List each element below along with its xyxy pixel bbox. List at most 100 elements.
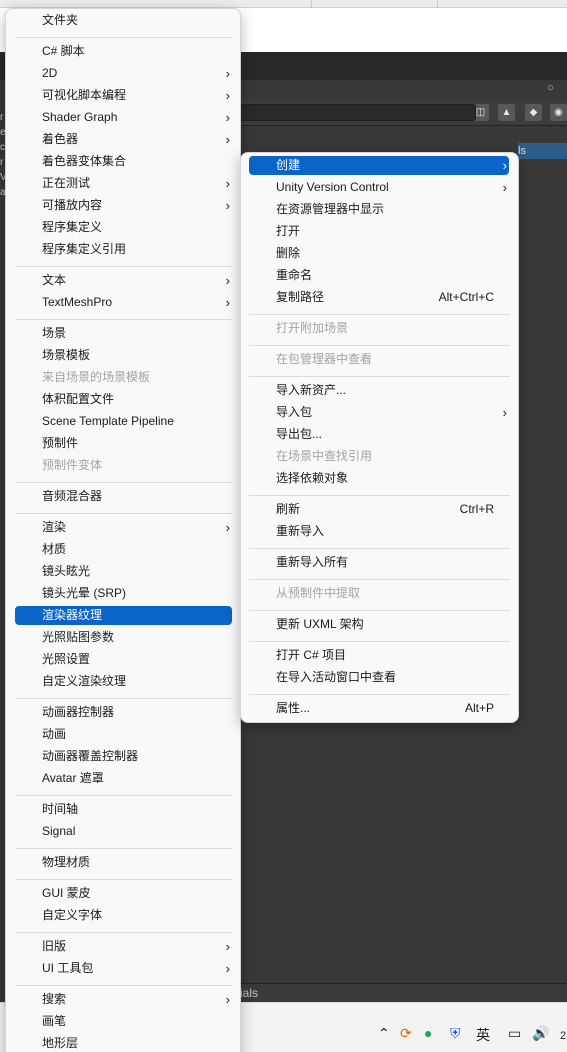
menu-item-打开[interactable]: 打开: [249, 222, 509, 241]
menu-item-复制路径[interactable]: 复制路径 Alt+Ctrl+C: [249, 288, 509, 307]
chevron-right-icon: ›: [502, 180, 507, 195]
menu-item-着色器[interactable]: 着色器 ›: [15, 130, 232, 149]
menu-item-avatar-遮罩[interactable]: Avatar 遮罩: [15, 769, 232, 788]
menu-item-渲染器纹理[interactable]: 渲染器纹理: [15, 606, 232, 625]
menu-item-动画器覆盖控制器[interactable]: 动画器覆盖控制器: [15, 747, 232, 766]
menu-item-label: 镜头眩光: [42, 564, 91, 578]
menu-item-体积配置文件[interactable]: 体积配置文件: [15, 390, 232, 409]
speaker-icon[interactable]: 🔊: [532, 1025, 549, 1042]
wechat-icon[interactable]: ●: [424, 1025, 432, 1041]
project-path-bar: ials: [240, 983, 567, 1002]
menu-item-导出包[interactable]: 导出包...: [249, 425, 509, 444]
browser-tab[interactable]: [172, 0, 312, 8]
menu-item-label: 画笔: [42, 1014, 67, 1028]
shield-icon[interactable]: ⛨: [450, 1025, 461, 1042]
display-icon[interactable]: ▭: [508, 1025, 521, 1042]
menu-item-label: Scene Template Pipeline: [42, 414, 174, 428]
menu-separator: [15, 879, 232, 880]
menu-item-预制件[interactable]: 预制件: [15, 434, 232, 453]
menu-item-音频混合器[interactable]: 音频混合器: [15, 487, 232, 506]
menu-item-可播放内容[interactable]: 可播放内容 ›: [15, 196, 232, 215]
menu-item-光照贴图参数[interactable]: 光照贴图参数: [15, 628, 232, 647]
menu-item-label: 物理材质: [42, 855, 91, 869]
menu-item-光照设置[interactable]: 光照设置: [15, 650, 232, 669]
menu-item-label: 在导入活动窗口中查看: [276, 670, 397, 684]
menu-item-打开-c-项目[interactable]: 打开 C# 项目: [249, 646, 509, 665]
browser-tab[interactable]: [312, 0, 438, 8]
menu-item-场景模板[interactable]: 场景模板: [15, 346, 232, 365]
menu-item-地形层[interactable]: 地形层: [15, 1034, 232, 1052]
menu-item-重新导入[interactable]: 重新导入: [249, 522, 509, 541]
menu-item-选择依赖对象[interactable]: 选择依赖对象: [249, 469, 509, 488]
label-icon[interactable]: ◆: [525, 104, 542, 121]
menu-item-ui-工具包[interactable]: UI 工具包 ›: [15, 959, 232, 978]
lock-icon[interactable]: ○: [547, 82, 554, 94]
menu-item-搜索[interactable]: 搜索 ›: [15, 990, 232, 1009]
menu-item-label: 打开 C# 项目: [276, 648, 347, 662]
menu-item-着色器变体集合[interactable]: 着色器变体集合: [15, 152, 232, 171]
menu-item-label: 可播放内容: [42, 198, 103, 212]
menu-item-label: 搜索: [42, 992, 67, 1006]
menu-item-删除[interactable]: 删除: [249, 244, 509, 263]
sync-icon[interactable]: ⟳: [400, 1025, 412, 1042]
menu-item-label: 自定义字体: [42, 908, 103, 922]
menu-item-文件夹[interactable]: 文件夹: [15, 11, 232, 30]
menu-item-动画[interactable]: 动画: [15, 725, 232, 744]
menu-item-程序集定义引用[interactable]: 程序集定义引用: [15, 240, 232, 259]
menu-item-gui-蒙皮[interactable]: GUI 蒙皮: [15, 884, 232, 903]
hidden-packages-icon[interactable]: ◉: [550, 104, 567, 121]
menu-item-场景[interactable]: 场景: [15, 324, 232, 343]
menu-separator: [249, 314, 510, 315]
menu-item-材质[interactable]: 材质: [15, 540, 232, 559]
menu-item-c-脚本[interactable]: C# 脚本: [15, 42, 232, 61]
menu-item-镜头光晕-srp[interactable]: 镜头光晕 (SRP): [15, 584, 232, 603]
chevron-right-icon: ›: [225, 295, 230, 310]
ime-indicator[interactable]: 英: [476, 1025, 490, 1045]
menu-item-渲染[interactable]: 渲染 ›: [15, 518, 232, 537]
menu-item-scene-template-pipeline[interactable]: Scene Template Pipeline: [15, 412, 232, 431]
menu-item-文本[interactable]: 文本 ›: [15, 271, 232, 290]
chevron-right-icon: ›: [225, 198, 230, 213]
menu-item-创建[interactable]: 创建 ›: [249, 156, 509, 175]
menu-item-label: 着色器: [42, 132, 79, 146]
browser-tab-strip: [0, 0, 567, 8]
chevron-up-icon[interactable]: ⌃: [378, 1025, 390, 1042]
menu-item-程序集定义[interactable]: 程序集定义: [15, 218, 232, 237]
menu-item-时间轴[interactable]: 时间轴: [15, 800, 232, 819]
chevron-right-icon: ›: [225, 273, 230, 288]
menu-item-在场景中查找引用: 在场景中查找引用: [249, 447, 509, 466]
menu-item-unity-version-control[interactable]: Unity Version Control ›: [249, 178, 509, 197]
menu-item-shortcut: Alt+P: [464, 701, 494, 715]
menu-item-刷新[interactable]: 刷新 Ctrl+R: [249, 500, 509, 519]
menu-item-旧版[interactable]: 旧版 ›: [15, 937, 232, 956]
menu-item-属性[interactable]: 属性... Alt+P: [249, 699, 509, 718]
menu-item-更新-uxml-架构[interactable]: 更新 UXML 架构: [249, 615, 509, 634]
menu-item-2d[interactable]: 2D ›: [15, 64, 232, 83]
menu-item-在资源管理器中显示[interactable]: 在资源管理器中显示: [249, 200, 509, 219]
search-input[interactable]: [240, 104, 476, 121]
menu-item-重新导入所有[interactable]: 重新导入所有: [249, 553, 509, 572]
menu-item-label: 来自场景的场景模板: [42, 370, 151, 384]
menu-item-导入新资产[interactable]: 导入新资产...: [249, 381, 509, 400]
menu-item-正在测试[interactable]: 正在测试 ›: [15, 174, 232, 193]
menu-separator: [15, 513, 232, 514]
menu-item-画笔[interactable]: 画笔: [15, 1012, 232, 1031]
menu-item-动画器控制器[interactable]: 动画器控制器: [15, 703, 232, 722]
menu-item-shader-graph[interactable]: Shader Graph ›: [15, 108, 232, 127]
menu-item-可视化脚本编程[interactable]: 可视化脚本编程 ›: [15, 86, 232, 105]
chevron-right-icon: ›: [502, 405, 507, 420]
menu-item-导入包[interactable]: 导入包 ›: [249, 403, 509, 422]
menu-item-自定义字体[interactable]: 自定义字体: [15, 906, 232, 925]
menu-item-自定义渲染纹理[interactable]: 自定义渲染纹理: [15, 672, 232, 691]
menu-item-在导入活动窗口中查看[interactable]: 在导入活动窗口中查看: [249, 668, 509, 687]
menu-item-label: 在资源管理器中显示: [276, 202, 385, 216]
clock[interactable]: 2: [560, 1030, 566, 1042]
menu-item-物理材质[interactable]: 物理材质: [15, 853, 232, 872]
menu-item-镜头眩光[interactable]: 镜头眩光: [15, 562, 232, 581]
menu-item-signal[interactable]: Signal: [15, 822, 232, 841]
menu-item-重命名[interactable]: 重命名: [249, 266, 509, 285]
filter-icon[interactable]: ▲: [498, 104, 515, 121]
menu-item-label: 创建: [276, 158, 301, 172]
menu-item-textmeshpro[interactable]: TextMeshPro ›: [15, 293, 232, 312]
selected-asset-row[interactable]: ls: [518, 143, 567, 159]
